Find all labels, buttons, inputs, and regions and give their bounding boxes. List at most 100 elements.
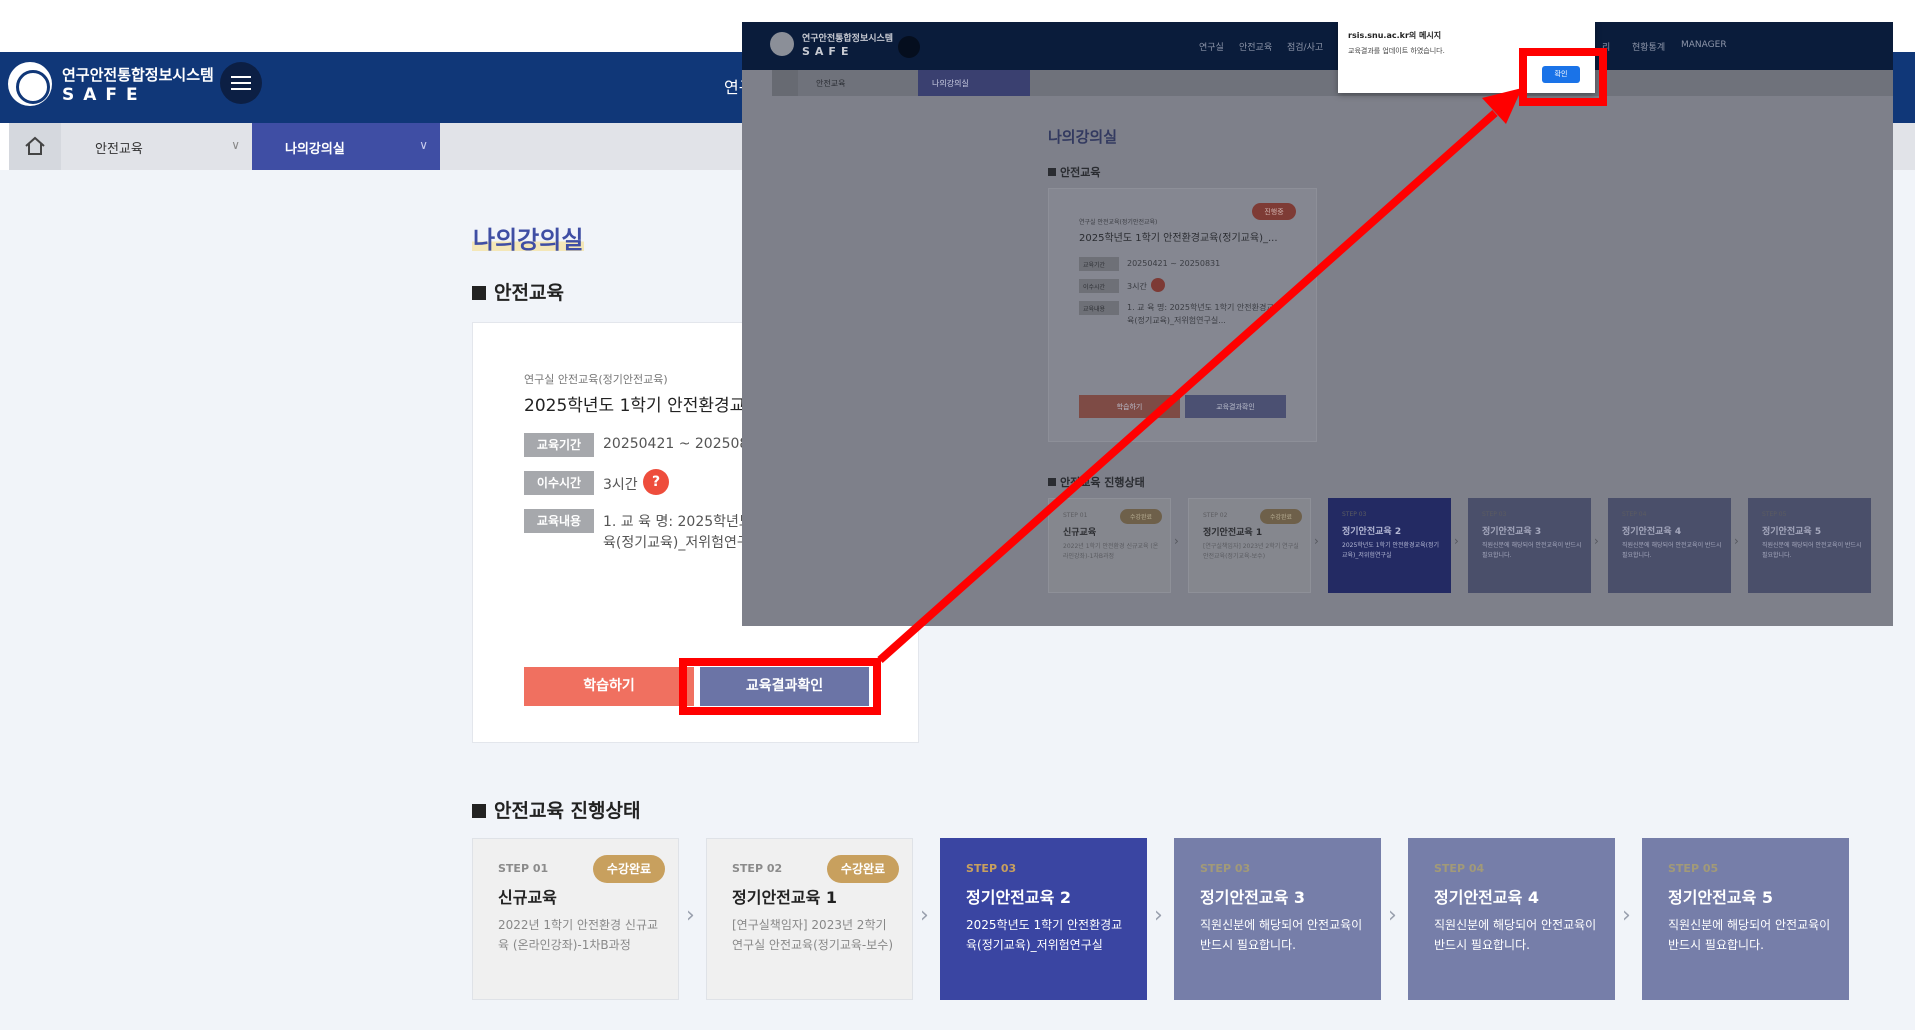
label-text: 이수시간 <box>1083 284 1106 291</box>
chevron-right-icon: › <box>1734 534 1739 548</box>
overlay-step-name: 정기안전교육 1 <box>1203 528 1263 538</box>
overlay-course-card: 진행중 연구실 안전교육(정기안전교육) 2025학년도 1학기 안전환경교육(… <box>1048 188 1317 442</box>
chevron-down-icon: ∨ <box>231 138 240 152</box>
chevron-right-icon: › <box>920 903 929 928</box>
label-text: 교육내용 <box>1083 306 1106 313</box>
overlay-step-name: 신규교육 <box>1063 528 1097 538</box>
section-title-text: 안전교육 <box>494 282 564 304</box>
overlay-header: 연구안전통합정보시스템 SAFE 연구실 안전교육 점검/사고 리 현황통계 M… <box>742 22 1893 70</box>
step-description: 직원신분에 해당되어 안전교육이 반드시 필요합니다. <box>1434 918 1597 952</box>
overlay-step-number: STEP 03 <box>1482 511 1507 518</box>
hours-value: 3시간 <box>603 477 638 493</box>
overlay-breadcrumb-item-active: 나의강의실 <box>918 70 1030 96</box>
step-description: 직원신분에 해당되어 안전교육이 반드시 필요합니다. <box>1668 918 1831 952</box>
chevron-right-icon: › <box>1154 903 1163 928</box>
completed-badge: 수강완료 <box>827 855 899 883</box>
overlay-nav-item: 연구실 <box>1199 43 1224 53</box>
step-name: 정기안전교육 2 <box>966 888 1072 907</box>
badge-label: 진행중 <box>1264 208 1284 216</box>
breadcrumb-item-my-classroom[interactable]: 나의강의실 ∨ <box>252 123 440 170</box>
overlay-nav-item: 안전교육 <box>1239 43 1273 53</box>
overlay-section-title-text: 안전교육 <box>1060 166 1101 179</box>
step-number: STEP 04 <box>1434 862 1485 875</box>
overlay-period-label: 교육기간 <box>1079 257 1119 271</box>
step-card[interactable]: STEP 04 정기안전교육 4 직원신분에 해당되어 안전교육이 반드시 필요합니… <box>1408 838 1615 1000</box>
content-line-2: 육(정기교육)_저위험연구 <box>603 535 750 551</box>
overlay-section-title: 안전교육 <box>1048 164 1100 180</box>
overlay-content-label: 교육내용 <box>1079 301 1119 315</box>
overlay-logo-english: SAFE <box>802 45 854 58</box>
step-number: STEP 03 <box>966 862 1017 875</box>
badge-label: 수강완료 <box>1269 514 1293 521</box>
hamburger-menu-button[interactable] <box>220 62 262 104</box>
overlay-step-name: 정기안전교육 3 <box>1482 527 1542 537</box>
help-icon[interactable]: ? <box>643 469 669 495</box>
overlay-learn-button: 학습하기 <box>1079 395 1180 418</box>
overlay-nav-item: 점검/사고 <box>1287 43 1324 53</box>
square-bullet-icon <box>1048 478 1056 486</box>
step-card[interactable]: STEP 02 정기안전교육 1 [연구실책임자] 2023년 2학기 연구실 안전… <box>706 838 913 1000</box>
square-bullet-icon <box>472 286 486 300</box>
course-category: 연구실 안전교육(정기안전교육) <box>524 373 668 386</box>
home-button[interactable] <box>9 123 61 170</box>
step-card[interactable]: STEP 01 신규교육 2022년 1학기 안전환경 신규교육 (온라인강좌)-1… <box>472 838 679 1000</box>
section-title-education: 안전교육 <box>472 278 564 305</box>
content-line-1: 1. 교 육 명: 2025학년도 <box>603 514 752 530</box>
step-name: 정기안전교육 4 <box>1434 888 1540 907</box>
overlay-step-name: 정기안전교육 2 <box>1342 527 1402 537</box>
step-number: STEP 05 <box>1668 862 1719 875</box>
overlay-step-description: 2022년 1학기 안전환경 신규교육 (온라인강좌)-1차B과정 <box>1063 543 1159 560</box>
button-label: 교육결과확인 <box>1216 403 1255 411</box>
overlay-step-card: STEP 02 정기안전교육 1 [연구실책임자] 2023년 2학기 연구실 안전… <box>1188 498 1311 593</box>
chevron-right-icon: › <box>686 903 695 928</box>
square-bullet-icon <box>1048 168 1056 176</box>
logo-title-english: SAFE <box>62 85 147 105</box>
university-logo-icon[interactable] <box>8 62 52 106</box>
breadcrumb-item-safety-education[interactable]: 안전교육 ∨ <box>61 123 252 170</box>
section-title-progress: 안전교육 진행상태 <box>472 796 640 823</box>
step-card[interactable]: STEP 03 정기안전교육 3 직원신분에 해당되어 안전교육이 반드시 필요합니… <box>1174 838 1381 1000</box>
step-number: STEP 03 <box>1200 862 1251 875</box>
overlay-logo-korean: 연구안전통합정보시스템 <box>802 34 894 44</box>
overlay-step-card: STEP 05 정기안전교육 5 직원신분에 해당되어 안전교육이 반드시 필요합니… <box>1748 498 1871 593</box>
step-description: 직원신분에 해당되어 안전교육이 반드시 필요합니다. <box>1200 918 1363 952</box>
button-label: 학습하기 <box>1116 403 1143 411</box>
overlay-step-name: 정기안전교육 5 <box>1762 527 1822 537</box>
overlay-section-title: 안전교육 진행상태 <box>1048 474 1145 490</box>
step-description: 2022년 1학기 안전환경 신규교육 (온라인강좌)-1차B과정 <box>498 918 659 952</box>
logo-title-korean: 연구안전통합정보시스템 <box>62 66 214 84</box>
step-card[interactable]: STEP 05 정기안전교육 5 직원신분에 해당되어 안전교육이 반드시 필요합니… <box>1642 838 1849 1000</box>
hamburger-menu-icon <box>898 36 920 58</box>
step-name: 신규교육 <box>498 888 557 907</box>
chevron-down-icon: ∨ <box>419 138 428 152</box>
learn-button[interactable]: 학습하기 <box>524 667 694 706</box>
overlay-step-card: STEP 01 신규교육 2022년 1학기 안전환경 신규교육 (온라인강좌)-1… <box>1048 498 1171 593</box>
overlay-step-number: STEP 03 <box>1342 511 1367 518</box>
overlay-completed-badge: 수강완료 <box>1260 509 1302 524</box>
hamburger-line <box>231 76 251 78</box>
chevron-right-icon: › <box>1314 534 1319 548</box>
home-icon <box>772 70 798 96</box>
dialog-title: rsis.snu.ac.kr의 메시지 <box>1348 31 1442 40</box>
overlay-content-line-1: 1. 교 육 명: 2025학년도 1학기 안전환경교 <box>1127 303 1274 312</box>
overlay-step-number: STEP 02 <box>1203 512 1228 519</box>
overlay-breadcrumb: 안전교육 나의강의실 <box>772 70 1893 96</box>
period-label: 교육기간 <box>524 433 594 457</box>
chevron-right-icon: › <box>1454 534 1459 548</box>
chevron-right-icon: › <box>1174 534 1179 548</box>
step-card[interactable]: STEP 03 정기안전교육 2 2025학년도 1학기 안전환경교육(정기교육)_… <box>940 838 1147 1000</box>
overlay-step-card: STEP 04 정기안전교육 4 직원신분에 해당되어 안전교육이 반드시 필요합니… <box>1608 498 1731 593</box>
highlight-result-button-box <box>679 658 881 715</box>
overlay-step-description: 2025학년도 1학기 안전환경교육(정기교육)_저위험연구실 <box>1342 542 1440 559</box>
overlay-result-button: 교육결과확인 <box>1185 395 1286 418</box>
overlay-step-number: STEP 05 <box>1762 511 1787 518</box>
overlay-nav-item: 현황통계 <box>1632 43 1666 53</box>
home-icon <box>25 136 45 155</box>
step-name: 정기안전교육 5 <box>1668 888 1774 907</box>
course-title[interactable]: 2025학년도 1학기 안전환경교육 <box>524 391 761 416</box>
overlay-step-card: STEP 03 정기안전교육 2 2025학년도 1학기 안전환경교육(정기교육)_… <box>1328 498 1451 593</box>
label-text: 교육기간 <box>1083 262 1106 269</box>
help-icon <box>1151 278 1165 292</box>
page-title: 나의강의실 <box>472 220 585 255</box>
highlight-ok-button-box <box>1519 48 1607 106</box>
